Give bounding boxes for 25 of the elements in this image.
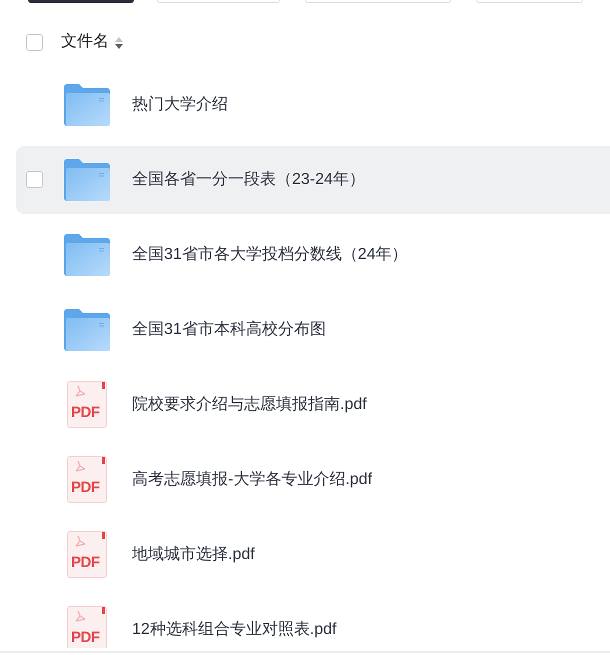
toolbar-button[interactable]	[28, 0, 134, 3]
file-row[interactable]: 全国各省一分一段表（23-24年）	[16, 146, 610, 214]
file-name[interactable]: 热门大学介绍	[132, 92, 228, 116]
toolbar-button[interactable]	[476, 0, 583, 3]
checkbox[interactable]	[26, 171, 43, 188]
file-name[interactable]: 院校要求介绍与志愿填报指南.pdf	[132, 392, 367, 416]
folder-icon	[64, 234, 110, 276]
toolbar-button[interactable]	[305, 0, 451, 3]
folder-icon	[64, 84, 110, 126]
pdf-file-icon: PDF	[67, 381, 107, 428]
file-name[interactable]: 高考志愿填报-大学各专业介绍.pdf	[132, 468, 372, 492]
file-name[interactable]: 12种选科组合专业对照表.pdf	[132, 618, 336, 642]
folder-icon	[64, 308, 110, 350]
file-name[interactable]: 全国31省市本科高校分布图	[132, 318, 326, 342]
checkbox[interactable]	[26, 34, 43, 50]
toolbar-button[interactable]	[157, 0, 280, 3]
column-header[interactable]: 文件名	[61, 30, 109, 54]
pdf-file-icon: PDF	[67, 531, 107, 578]
file-name[interactable]: 全国各省一分一段表（23-24年）	[132, 168, 365, 192]
file-name[interactable]: 地域城市选择.pdf	[132, 542, 255, 566]
folder-icon	[64, 158, 110, 200]
sort-icon[interactable]	[115, 36, 123, 48]
file-name[interactable]: 全国31省市各大学投档分数线（24年）	[132, 242, 408, 266]
pdf-file-icon: PDF	[67, 606, 107, 648]
pdf-file-icon: PDF	[67, 456, 107, 503]
